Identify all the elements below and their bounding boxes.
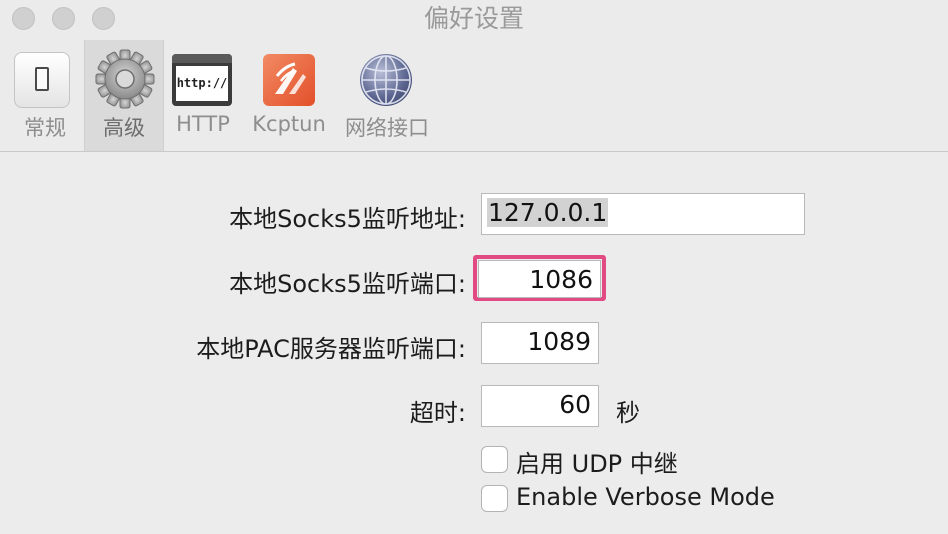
tab-kcptun[interactable]: Kcptun — [250, 40, 328, 151]
window-title: 偏好设置 — [423, 4, 524, 33]
udp-relay-label[interactable]: 启用 UDP 中继 — [516, 444, 678, 479]
tab-kcptun-label: Kcptun — [252, 112, 326, 136]
tab-http-label: HTTP — [176, 112, 230, 136]
socks5-address-field[interactable]: 127.0.0.1 — [481, 193, 805, 235]
socks5-port-value: 1086 — [529, 265, 593, 294]
verbose-mode-label[interactable]: Enable Verbose Mode — [516, 483, 775, 511]
http-browser-icon: http:// — [172, 54, 232, 106]
socks5-address-label: 本地Socks5监听地址: — [229, 205, 466, 233]
socks5-port-label: 本地Socks5监听端口: — [229, 270, 466, 298]
tab-network-interface[interactable]: 网络接口 — [341, 40, 433, 151]
timeout-value: 60 — [559, 390, 591, 419]
window-toolbar: 偏好设置 常规 高级 http:// HTTP Kcptun 网络接口 — [0, 0, 948, 152]
pac-port-value: 1089 — [527, 327, 591, 356]
network-globe-icon — [360, 54, 412, 106]
tab-http[interactable]: http:// HTTP — [170, 40, 236, 151]
tab-general[interactable]: 常规 — [10, 40, 80, 151]
timeout-field[interactable]: 60 — [481, 385, 599, 427]
timeout-unit: 秒 — [616, 399, 640, 427]
pac-port-label: 本地PAC服务器监听端口: — [196, 335, 466, 363]
tab-advanced-label: 高级 — [103, 116, 145, 140]
tab-network-interface-label: 网络接口 — [345, 116, 429, 140]
udp-relay-checkbox[interactable] — [481, 446, 508, 473]
kcptun-logo-icon — [263, 54, 315, 106]
tab-general-label: 常规 — [24, 116, 66, 140]
socks5-port-field[interactable]: 1086 — [478, 260, 601, 298]
timeout-label: 超时: — [409, 399, 466, 427]
toggle-switch-icon — [14, 52, 70, 108]
gear-icon — [95, 49, 155, 109]
verbose-mode-checkbox[interactable] — [481, 485, 508, 512]
pac-port-field[interactable]: 1089 — [481, 322, 599, 364]
tab-advanced[interactable]: 高级 — [84, 40, 164, 151]
socks5-address-value: 127.0.0.1 — [487, 198, 609, 227]
